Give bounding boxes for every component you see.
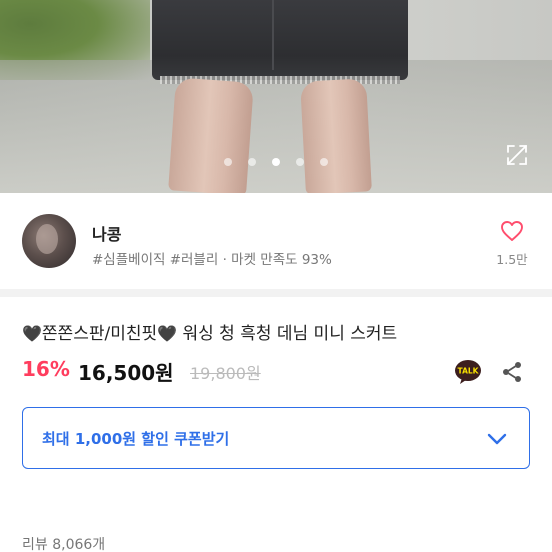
sale-price: 16,500원 (78, 361, 174, 385)
share-icon[interactable] (500, 360, 524, 384)
review-count-link[interactable]: 리뷰 8,066개 (22, 534, 105, 552)
black-heart-icon: 🖤 (22, 324, 42, 343)
seller-section[interactable]: 나콩 #심플베이직 #러블리 · 마켓 만족도 93% 1.5만 (0, 193, 552, 289)
svg-text:TALK: TALK (458, 367, 480, 376)
expand-icon[interactable] (505, 143, 529, 167)
product-title: 🖤쫀쫀스판/미친핏🖤 워싱 청 흑청 데님 미니 스커트 (22, 319, 397, 344)
seller-name[interactable]: 나콩 (92, 221, 121, 245)
carousel-dot[interactable] (224, 158, 232, 166)
section-divider (0, 289, 552, 297)
carousel-indicator (0, 158, 552, 166)
seller-avatar[interactable] (22, 214, 76, 268)
coupon-label: 최대 1,000원 할인 쿠폰받기 (42, 430, 230, 448)
kakaotalk-icon[interactable]: TALK (454, 359, 482, 385)
carousel-dot[interactable] (296, 158, 304, 166)
chevron-down-icon (487, 433, 507, 445)
product-title-rest: 워싱 청 흑청 데님 미니 스커트 (177, 324, 398, 344)
model-leg-left (168, 77, 254, 193)
seller-tags: #심플베이직 #러블리 · 마켓 만족도 93% (92, 252, 332, 268)
product-image-carousel[interactable] (0, 0, 552, 193)
carousel-dot[interactable] (320, 158, 328, 166)
model-leg-right (300, 78, 372, 193)
coupon-button[interactable]: 최대 1,000원 할인 쿠폰받기 (22, 407, 530, 469)
skirt-image-part (152, 0, 408, 80)
original-price: 19,800원 (190, 364, 261, 383)
skirt-seam (272, 0, 274, 70)
heart-outline-icon[interactable] (500, 220, 524, 242)
product-title-main: 쫀쫀스판/미친핏 (41, 324, 158, 344)
carousel-dot[interactable] (248, 158, 256, 166)
like-count: 1.5만 (496, 252, 528, 267)
discount-rate: 16% (22, 357, 70, 381)
black-heart-icon: 🖤 (157, 324, 178, 343)
carousel-dot-active[interactable] (272, 158, 280, 166)
